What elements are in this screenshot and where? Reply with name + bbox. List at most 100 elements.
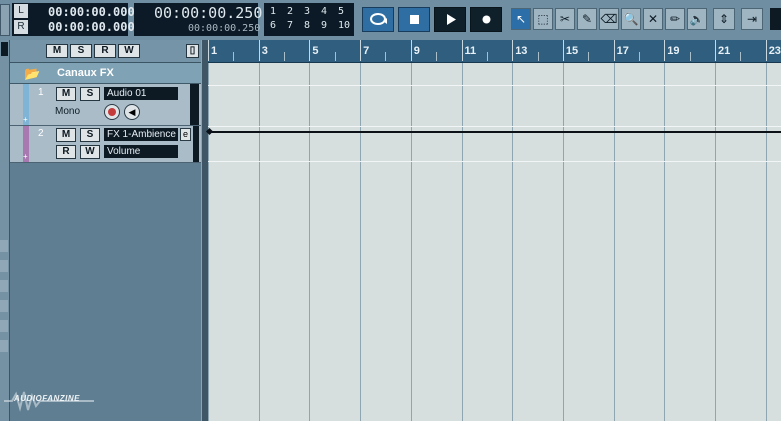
ruler-subtick xyxy=(588,52,590,61)
grid-line xyxy=(309,63,311,421)
volume-automation-line[interactable] xyxy=(208,131,781,133)
glue-tool-button[interactable]: ✎ xyxy=(577,8,597,30)
play-button[interactable] xyxy=(434,7,466,32)
zoom-tool-button[interactable]: 🔍 xyxy=(621,8,641,30)
strip-slot[interactable] xyxy=(0,300,8,312)
cycle-button[interactable] xyxy=(362,7,394,32)
grid-line xyxy=(258,63,260,421)
range-selection-tool-button[interactable]: ⬚ xyxy=(533,8,553,30)
ruler-tick xyxy=(664,40,666,61)
position-sub-value: 00:00:00.250 xyxy=(188,23,261,34)
erase-icon: ⌫ xyxy=(600,12,618,26)
mute-button[interactable]: M xyxy=(56,128,76,142)
track-name-field[interactable]: Audio 01 xyxy=(104,87,178,100)
snap-button[interactable]: ⇕ xyxy=(713,8,735,30)
cycle-icon xyxy=(370,13,387,25)
marker-4-button[interactable]: 4 xyxy=(321,6,327,17)
automation-parameter-field[interactable]: Volume xyxy=(104,145,178,158)
ruler-subtick xyxy=(436,52,438,61)
ruler-subtick xyxy=(537,52,539,61)
speaker-tool-button[interactable]: 🔈 xyxy=(687,8,707,30)
ruler-tick xyxy=(360,40,362,61)
track-expand-button[interactable]: + xyxy=(23,153,29,161)
record-enable-icon xyxy=(108,108,116,116)
write-automation-button[interactable]: W xyxy=(80,145,100,159)
record-enable-button[interactable] xyxy=(104,104,120,120)
track-separator xyxy=(208,85,781,86)
track-list-menu-button[interactable]: ▯ xyxy=(186,44,199,58)
autoscroll-button[interactable]: ⇥ xyxy=(741,8,763,30)
edit-channel-button[interactable]: e xyxy=(180,128,191,141)
marker-5-button[interactable]: 5 xyxy=(338,6,344,17)
track-row[interactable]: + 1 M S Audio 01 Mono ◀ xyxy=(10,84,201,126)
track-expand-button[interactable]: + xyxy=(23,116,29,124)
header-read-button[interactable]: R xyxy=(94,44,116,58)
marker-2-button[interactable]: 2 xyxy=(287,6,293,17)
autoscroll-icon: ⇥ xyxy=(746,12,758,26)
track-number: 1 xyxy=(38,87,44,98)
strip-slot[interactable] xyxy=(0,340,8,352)
timeline-ruler[interactable]: 1 3 5 7 9 11 13 15 17 19 21 23 xyxy=(208,40,781,63)
ruler-subtick xyxy=(689,52,691,61)
ruler-tick xyxy=(715,40,716,61)
marker-10-button[interactable]: 10 xyxy=(338,20,350,31)
marker-1-button[interactable]: 1 xyxy=(270,6,276,17)
grid-line xyxy=(360,63,362,421)
read-automation-button[interactable]: R xyxy=(56,145,76,159)
ruler-label: 19 xyxy=(667,45,680,57)
marker-row-bottom: 6 7 8 9 10 xyxy=(270,20,354,32)
grid-line xyxy=(664,63,666,421)
strip-slot[interactable] xyxy=(0,320,8,332)
strip-slot[interactable] xyxy=(0,280,8,292)
grid-line xyxy=(208,63,209,421)
marker-7-button[interactable]: 7 xyxy=(287,20,293,31)
monitor-button[interactable]: ◀ xyxy=(124,104,140,120)
solo-button[interactable]: S xyxy=(80,87,100,101)
ruler-label: 11 xyxy=(464,45,477,57)
strip-slot[interactable] xyxy=(0,240,8,252)
split-tool-button[interactable]: ✂ xyxy=(555,8,575,30)
arrange-area[interactable] xyxy=(205,63,781,421)
split-icon: ✂ xyxy=(559,12,571,26)
record-button[interactable] xyxy=(470,7,502,32)
folder-icon[interactable]: 📂 xyxy=(24,66,40,82)
grid-line xyxy=(765,63,767,421)
draw-icon: ✏ xyxy=(669,12,681,26)
ruler-label: 5 xyxy=(312,45,319,57)
right-locator-value[interactable]: 00:00:00.000 xyxy=(48,20,135,34)
watermark-text: AUDIOFANZINE xyxy=(14,394,80,403)
inspector-toggle[interactable] xyxy=(1,42,8,56)
mute-tool-button[interactable]: ✕ xyxy=(643,8,663,30)
header-mute-button[interactable]: M xyxy=(46,44,68,58)
erase-tool-button[interactable]: ⌫ xyxy=(599,8,619,30)
zoom-icon: 🔍 xyxy=(623,12,639,26)
track-row[interactable]: + 2 M S FX 1-Ambience e R W Volume xyxy=(10,126,201,163)
marker-9-button[interactable]: 9 xyxy=(321,20,327,31)
tool-palette: ↖ ⬚ ✂ ✎ ⌫ 🔍 ✕ ✏ 🔈 xyxy=(511,0,711,40)
track-separator xyxy=(208,161,781,162)
ruler-subtick xyxy=(486,52,488,61)
solo-button[interactable]: S xyxy=(80,128,100,142)
header-write-button[interactable]: W xyxy=(118,44,140,58)
strip-slot[interactable] xyxy=(0,260,8,272)
marker-8-button[interactable]: 8 xyxy=(304,20,310,31)
track-channel-mode: Mono xyxy=(55,106,81,117)
ruler-label: 7 xyxy=(363,45,370,57)
folder-name: Canaux FX xyxy=(57,67,114,79)
marker-3-button[interactable]: 3 xyxy=(304,6,310,17)
left-locator-value[interactable]: 00:00:00.000 xyxy=(48,5,135,19)
object-selection-tool-button[interactable]: ↖ xyxy=(511,8,531,30)
folder-track-row[interactable]: 📂 Canaux FX xyxy=(10,63,201,84)
stop-button[interactable] xyxy=(398,7,430,32)
toolbar-left-handle[interactable] xyxy=(0,4,10,36)
header-solo-button[interactable]: S xyxy=(70,44,92,58)
ruler-subtick xyxy=(334,52,336,61)
position-main-value[interactable]: 00:00:00.250 xyxy=(154,4,262,22)
object-selection-icon: ↖ xyxy=(515,12,527,26)
ruler-tick xyxy=(512,40,514,61)
track-name-field[interactable]: FX 1-Ambience xyxy=(104,128,178,141)
mute-button[interactable]: M xyxy=(56,87,76,101)
inspector-strip[interactable] xyxy=(0,40,10,421)
marker-6-button[interactable]: 6 xyxy=(270,20,276,31)
draw-tool-button[interactable]: ✏ xyxy=(665,8,685,30)
